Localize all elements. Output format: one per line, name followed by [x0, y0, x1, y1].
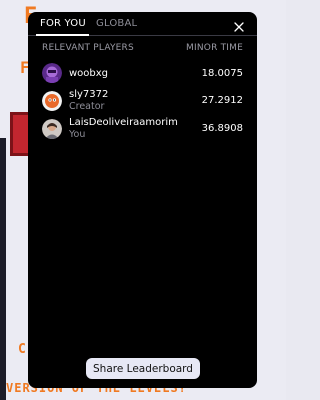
- purple-character-avatar-icon: [42, 63, 62, 83]
- player-time: 18.0075: [201, 68, 243, 79]
- close-icon[interactable]: [233, 18, 245, 32]
- background-side-bar: [0, 138, 6, 400]
- player-role-label: Creator: [69, 101, 105, 112]
- player-name: LaisDeoliveiraamorim: [69, 117, 178, 128]
- leaderboard-row[interactable]: woobxg 18.0075: [28, 60, 257, 88]
- leaderboard-list: woobxg 18.0075 sly7372 Creator 27.2912 L…: [28, 60, 257, 144]
- leaderboard-tabs: FOR YOU GLOBAL: [28, 12, 257, 36]
- person-photo-avatar-icon: [42, 119, 62, 139]
- orange-character-avatar-icon: [42, 91, 62, 111]
- leaderboard-row[interactable]: sly7372 Creator 27.2912: [28, 88, 257, 116]
- column-header-time: MINOR TIME: [186, 43, 243, 53]
- leaderboard-modal: FOR YOU GLOBAL RELEVANT PLAYERS MINOR TI…: [28, 12, 257, 388]
- player-name: woobxg: [69, 68, 109, 79]
- active-tab-indicator: [36, 34, 89, 36]
- background-caption-fragment: C: [18, 342, 27, 357]
- column-header-players: RELEVANT PLAYERS: [42, 43, 134, 53]
- player-name: sly7372: [69, 89, 109, 100]
- share-leaderboard-button[interactable]: Share Leaderboard: [86, 358, 200, 379]
- player-time: 27.2912: [201, 95, 243, 106]
- tab-for-you[interactable]: FOR YOU: [40, 18, 86, 29]
- leaderboard-row[interactable]: LaisDeoliveiraamorim You 36.8908: [28, 116, 257, 144]
- player-time: 36.8908: [201, 123, 243, 134]
- player-role-label: You: [69, 129, 86, 140]
- tab-global[interactable]: GLOBAL: [96, 18, 137, 29]
